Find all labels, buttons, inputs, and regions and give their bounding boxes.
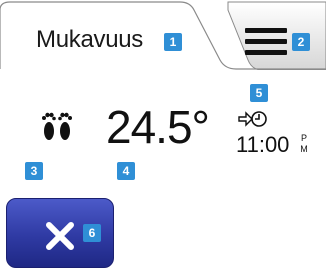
- callout-badge-6: 6: [83, 224, 101, 242]
- tab-comfort[interactable]: Mukavuus: [36, 26, 143, 54]
- tab-header: Mukavuus 1 2: [0, 0, 326, 70]
- schedule-arrow-clock-icon: [238, 111, 267, 127]
- cancel-button[interactable]: 6: [6, 198, 114, 268]
- callout-badge-4: 4: [117, 162, 135, 180]
- callout-badge-5: 5: [250, 84, 268, 102]
- close-x-icon: [46, 222, 74, 250]
- ampm-bottom: M: [300, 144, 308, 154]
- ampm-top: P: [300, 133, 307, 143]
- callout-badge-1: 1: [164, 33, 182, 51]
- ampm-indicator: P M: [300, 133, 308, 155]
- schedule-time: 11:00: [236, 132, 290, 157]
- feet-comfort-icon: [42, 112, 72, 140]
- hamburger-menu-icon[interactable]: [245, 28, 287, 56]
- callout-badge-3: 3: [25, 162, 43, 180]
- callout-badge-2: 2: [292, 33, 310, 51]
- temperature-display: 24.5°: [106, 101, 210, 153]
